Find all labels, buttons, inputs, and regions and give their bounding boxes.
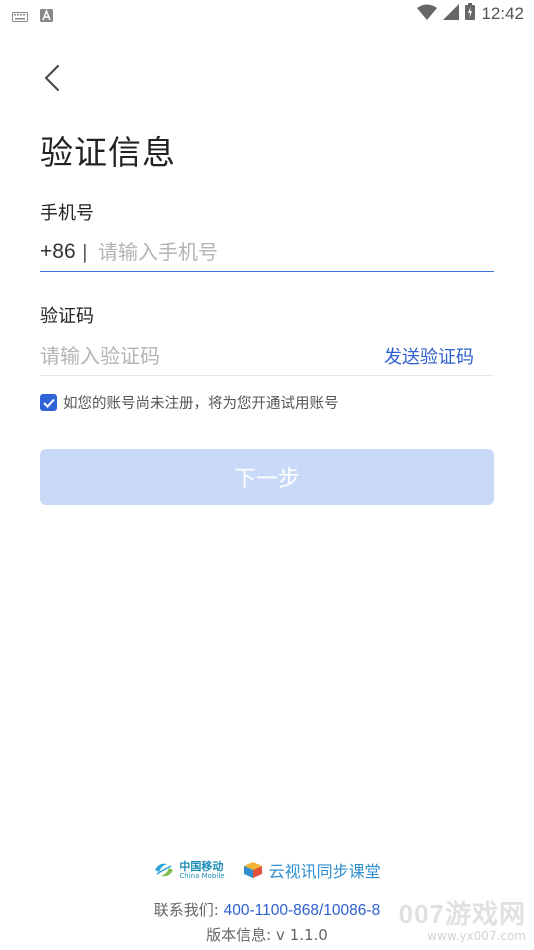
send-code-button[interactable]: 发送验证码 bbox=[384, 343, 494, 369]
cube-icon bbox=[243, 862, 262, 878]
battery-icon bbox=[465, 3, 476, 24]
contact-label: 联系我们: bbox=[153, 901, 219, 919]
version-label: 版本信息: bbox=[206, 926, 272, 944]
country-code-separator: | bbox=[81, 240, 89, 263]
watermark-url: www.yx007.com bbox=[427, 929, 526, 943]
status-bar: 12:42 bbox=[0, 0, 534, 28]
version-value: v 1.1.0 bbox=[276, 926, 328, 944]
footer-logos: 中国移动 China Mobile 云视讯同步课堂 bbox=[0, 858, 534, 882]
status-time: 12:42 bbox=[481, 3, 524, 23]
back-button[interactable] bbox=[34, 60, 70, 96]
china-mobile-cn: 中国移动 bbox=[179, 859, 224, 873]
app-name: 云视讯同步课堂 bbox=[268, 862, 381, 881]
keyboard-icon bbox=[12, 7, 28, 26]
watermark-main: 007游戏网 bbox=[398, 899, 526, 929]
code-input[interactable] bbox=[40, 337, 384, 374]
wifi-icon bbox=[417, 4, 438, 24]
china-mobile-en: China Mobile bbox=[179, 871, 225, 880]
contact-phone-link[interactable]: 400-1100-868/10086-8 bbox=[224, 902, 381, 919]
china-mobile-logo: 中国移动 China Mobile bbox=[153, 859, 225, 880]
page-title: 验证信息 bbox=[40, 133, 176, 172]
country-code[interactable]: +86 bbox=[40, 240, 76, 264]
phone-field: +86 | bbox=[40, 232, 494, 272]
phone-input[interactable] bbox=[98, 233, 494, 270]
agreement-row: 如您的账号尚未注册，将为您开通试用账号 bbox=[40, 392, 339, 413]
chevron-left-icon bbox=[44, 65, 59, 91]
signal-icon bbox=[443, 3, 460, 24]
code-field: 发送验证码 bbox=[40, 336, 494, 376]
agreement-text: 如您的账号尚未注册，将为您开通试用账号 bbox=[63, 396, 339, 412]
code-label: 验证码 bbox=[40, 306, 94, 327]
phone-label: 手机号 bbox=[40, 203, 94, 224]
china-mobile-icon bbox=[155, 863, 174, 877]
agreement-checkbox[interactable] bbox=[40, 394, 57, 411]
next-button[interactable]: 下一步 bbox=[40, 449, 494, 505]
a-notification-icon bbox=[40, 7, 53, 26]
app-logo: 云视讯同步课堂 bbox=[243, 858, 381, 882]
watermark: 007游戏网 www.yx007.com bbox=[399, 894, 526, 943]
checkmark-icon bbox=[42, 398, 55, 408]
